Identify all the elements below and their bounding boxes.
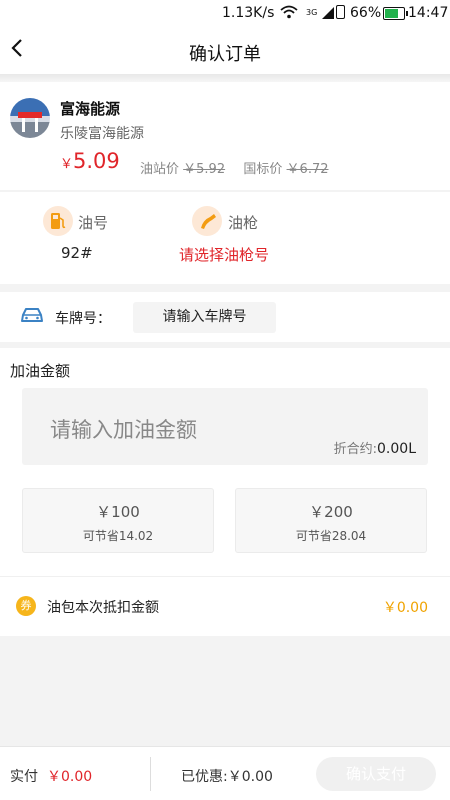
national-price-label: 国标价: [243, 162, 283, 177]
wifi-icon: [280, 5, 298, 23]
car-icon: [20, 307, 44, 329]
checkout-bar: 实付 ￥0.00 已优惠:￥0.00 确认支付: [0, 746, 450, 800]
conversion-label: 折合约:: [333, 442, 378, 457]
volume-conversion: 折合约:0.00L: [334, 438, 416, 457]
amount-placeholder: 请输入加油金额: [50, 418, 197, 442]
price-value: 5.09: [73, 149, 120, 173]
national-price-value: ￥6.72: [286, 162, 329, 177]
grade-label: 油号: [78, 214, 109, 232]
coupon-label[interactable]: 油包本次抵扣金额: [47, 597, 159, 617]
coupon-icon: 券: [16, 596, 36, 616]
station-name: 富海能源: [60, 100, 121, 118]
preset-saving: 可节省28.04: [295, 529, 367, 543]
fuel-pump-icon: [43, 206, 73, 236]
nozzle-label: 油枪: [228, 214, 259, 232]
amount-input[interactable]: 请输入加油金额 折合约:0.00L: [22, 388, 428, 465]
battery-percent: 66%: [350, 5, 382, 21]
fuel-selection: 油号 92# 油枪 请选择油枪号: [0, 192, 450, 284]
header-divider: [0, 74, 450, 82]
plate-label: 车牌号：: [55, 311, 111, 327]
clock: 14:47: [408, 5, 449, 21]
coupon-value: ￥0.00: [382, 600, 428, 616]
reference-prices: 油站价 ￥5.92 国标价 ￥6.72: [140, 158, 329, 177]
station-avatar: [10, 98, 50, 138]
station-price-value: ￥5.92: [183, 162, 226, 177]
network-speed: 1.13K/s: [222, 5, 275, 21]
preset-amount-button[interactable]: ￥200 可节省28.04: [235, 488, 427, 553]
discount-text: 已优惠:￥0.00: [181, 769, 273, 785]
preset-amount-button[interactable]: ￥100 可节省14.02: [22, 488, 214, 553]
plate-row: 车牌号： 请输入车牌号: [0, 292, 450, 342]
preset-saving: 可节省14.02: [82, 529, 154, 543]
page-title: 确认订单: [189, 44, 261, 65]
station-price-label: 油站价: [140, 162, 180, 177]
network-type: 3G: [306, 8, 318, 17]
amount-title: 加油金额: [10, 362, 71, 380]
paid-label: 实付: [10, 769, 38, 785]
fuel-nozzle-icon: [192, 206, 222, 236]
station-subname: 乐陵富海能源: [60, 126, 144, 142]
footer-divider: [150, 757, 151, 791]
member-price: ￥5.09: [60, 149, 120, 173]
signal-icon: [322, 7, 334, 23]
phone-icon: [336, 5, 345, 19]
plate-input[interactable]: 请输入车牌号: [133, 302, 276, 333]
preset-amount: ￥200: [309, 503, 353, 521]
preset-amount: ￥100: [96, 503, 140, 521]
status-bar: 1.13K/s 3G 66% 14:47: [0, 0, 450, 28]
nozzle-select[interactable]: 请选择油枪号: [179, 244, 269, 265]
section-divider: [0, 576, 450, 577]
battery-icon: [383, 7, 408, 20]
amount-section: 加油金额 请输入加油金额 折合约:0.00L ￥100 可节省14.02 ￥20…: [0, 348, 450, 636]
confirm-pay-button[interactable]: 确认支付: [316, 757, 436, 791]
conversion-value: 0.00L: [377, 441, 416, 457]
paid-value: ￥0.00: [47, 769, 93, 785]
nav-header: 确认订单: [0, 28, 450, 74]
price-currency: ￥: [60, 157, 74, 172]
grade-value[interactable]: 92#: [61, 244, 93, 262]
station-card: 富海能源 乐陵富海能源 ￥5.09 油站价 ￥5.92 国标价 ￥6.72: [0, 82, 450, 190]
battery-fill: [385, 9, 399, 18]
